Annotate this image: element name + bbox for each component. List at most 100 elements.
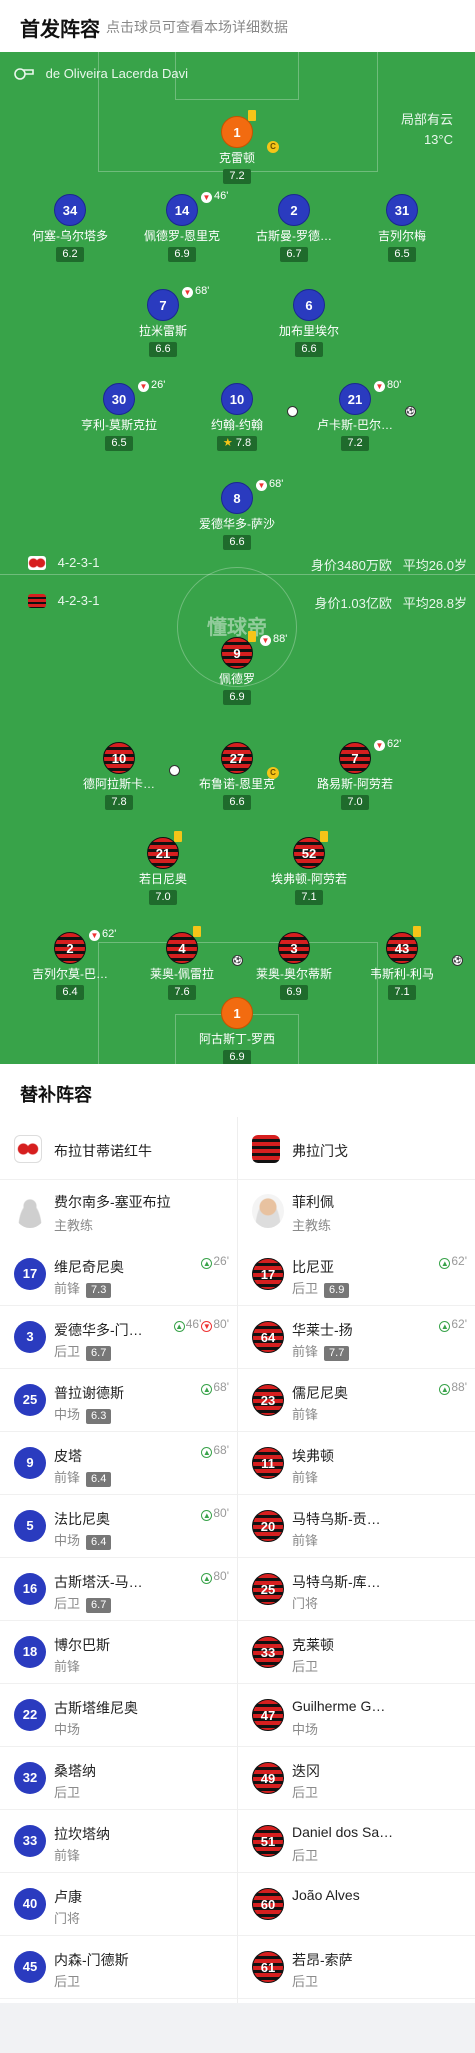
away-sub-position-line: 前锋 7.7	[292, 1341, 350, 1361]
yellow-card-icon	[248, 110, 256, 121]
away-sub-row[interactable]: 33 克莱顿 后卫	[238, 1621, 475, 1684]
away-sub-row[interactable]: 60 João Alves	[238, 1873, 475, 1936]
away-player[interactable]: 27 C 布鲁诺-恩里克 6.6	[172, 742, 302, 810]
away-player-rating: 7.1	[295, 890, 323, 905]
sub-out-indicator: ▼ 62'	[89, 928, 116, 941]
home-player-rating: 6.5	[388, 247, 416, 262]
away-sub-row[interactable]: 20 马特乌斯-贡… 前锋	[238, 1495, 475, 1558]
home-sub-row[interactable]: 9 皮塔 前锋 6.4 ▲ 68'	[0, 1432, 237, 1495]
sub-events: ▲ 46' ▼ 80'	[173, 1317, 229, 1332]
away-sub-number: 17	[252, 1258, 284, 1290]
home-player-name: 佩德罗-恩里克	[144, 229, 220, 243]
star-icon: ★	[222, 437, 236, 449]
sub-out-minute: 26'	[151, 379, 166, 391]
away-sub-row[interactable]: 23 儒尼尼奥 前锋 ▲ 88'	[238, 1369, 475, 1432]
sub-in-icon: ▲	[439, 1258, 451, 1269]
away-team-row[interactable]: 弗拉门戈	[238, 1117, 475, 1180]
sub-event-minute: 80'	[213, 1317, 229, 1331]
away-coach-row[interactable]: 菲利佩 主教练	[238, 1180, 475, 1243]
home-player[interactable]: 14 ▼ 46' 佩德罗-恩里克 6.9	[117, 190, 247, 262]
yellow-card-icon	[413, 926, 421, 937]
home-team-row[interactable]: 布拉甘蒂诺红牛	[0, 1117, 237, 1180]
home-sub-position: 门将	[54, 1911, 81, 1926]
away-player[interactable]: 2 ▼ 62' 吉列尔莫-巴… 6.4	[5, 928, 135, 1000]
away-sub-name: 马特乌斯-贡…	[292, 1511, 381, 1527]
home-player[interactable]: 7 ▼ 68' 拉米雷斯 6.6	[98, 285, 228, 357]
home-sub-row[interactable]: 25 普拉谢德斯 中场 6.3 ▲ 68'	[0, 1369, 237, 1432]
home-sub-number: 32	[14, 1762, 46, 1794]
sub-events: ▲ 68'	[201, 1380, 229, 1395]
sub-out-icon: ▼	[256, 480, 267, 491]
sub-out-indicator: ▼ 68'	[256, 478, 283, 491]
away-player-name: 莱奥-佩雷拉	[150, 967, 214, 981]
home-player[interactable]: 10 约翰-约翰 ★ 7.8	[172, 383, 302, 451]
home-sub-name: 桑塔纳	[54, 1763, 96, 1779]
home-sub-row[interactable]: 18 博尔巴斯 前锋	[0, 1621, 237, 1684]
away-sub-row[interactable]: 17 比尼亚 后卫 6.9 ▲ 62'	[238, 1243, 475, 1306]
home-sub-position: 前锋	[54, 1848, 81, 1863]
away-player[interactable]: 21 若日尼奥 7.0	[98, 831, 228, 905]
away-player[interactable]: 4 ⚽ 莱奥-佩雷拉 7.6	[117, 926, 247, 1000]
away-sub-row[interactable]: 25 马特乌斯-库… 门将	[238, 1558, 475, 1621]
home-sub-position-line: 中场	[54, 1719, 80, 1738]
away-sub-name: 马特乌斯-库…	[292, 1574, 381, 1590]
away-player[interactable]: 52 埃弗顿-阿劳若 7.1	[244, 831, 374, 905]
away-player-number: 2	[54, 932, 86, 964]
home-coach-row[interactable]: 费尔南多-塞亚布拉 主教练	[0, 1180, 237, 1243]
home-sub-number: 3	[14, 1321, 46, 1353]
away-sub-row[interactable]: 49 迭冈 后卫	[238, 1747, 475, 1810]
away-sub-name: 儒尼尼奥	[292, 1385, 348, 1401]
away-coach-name: 菲利佩	[292, 1194, 334, 1210]
sub-event-minute: 80'	[213, 1569, 229, 1583]
away-sub-position: 中场	[292, 1722, 319, 1737]
home-sub-row[interactable]: 22 古斯塔维尼奥 中场	[0, 1684, 237, 1747]
home-player[interactable]: 21 ⚽ ▼ 80' 卢卡斯-巴尔… 7.2	[290, 379, 420, 451]
home-sub-row[interactable]: 40 卢康 门将	[0, 1873, 237, 1936]
home-sub-position-line: 前锋	[54, 1656, 80, 1675]
away-sub-row[interactable]: 64 华莱士-扬 前锋 7.7 ▲ 62'	[238, 1306, 475, 1369]
away-sub-position-line: 后卫	[292, 1845, 318, 1864]
sub-out-indicator: ▼ 62'	[374, 738, 401, 751]
away-sub-row[interactable]: 11 埃弗顿 前锋	[238, 1432, 475, 1495]
away-sub-row[interactable]: 47 Guilherme G… 中场	[238, 1684, 475, 1747]
away-player[interactable]: 9 ▼ 88' 佩德罗 6.9	[172, 631, 302, 705]
sub-out-indicator: ▼ 80'	[374, 379, 401, 392]
home-value: 身价3480万欧	[310, 558, 392, 573]
home-sub-position: 后卫	[54, 1785, 81, 1800]
goal-ball-icon: ⚽	[452, 955, 463, 966]
home-sub-row[interactable]: 16 古斯塔沃-马… 后卫 6.7 ▲ 80'	[0, 1558, 237, 1621]
sub-out-icon: ▼	[138, 381, 149, 392]
home-player[interactable]: 8 ▼ 68' 爱德华多-萨沙 6.6	[172, 478, 302, 550]
yellow-card-icon	[174, 831, 182, 842]
home-sub-row[interactable]: 33 拉坎塔纳 前锋	[0, 1810, 237, 1873]
home-sub-row[interactable]: 5 法比尼奥 中场 6.4 ▲ 80'	[0, 1495, 237, 1558]
away-sub-position-line: 门将	[292, 1593, 318, 1612]
away-sub-number: 11	[252, 1447, 284, 1479]
sub-in-icon: ▲	[201, 1573, 213, 1584]
home-sub-name: 古斯塔沃-马…	[54, 1574, 143, 1590]
home-player[interactable]: 1 C 克雷顿 7.2	[172, 110, 302, 184]
home-player[interactable]: 30 ▼ 26' 亨利-莫斯克拉 6.5	[54, 379, 184, 451]
home-sub-row[interactable]: 3 爱德华多-门… 后卫 6.7 ▲ 46' ▼ 80'	[0, 1306, 237, 1369]
away-player[interactable]: 1 阿古斯丁-罗西 6.9	[172, 997, 302, 1064]
away-sub-row[interactable]: 51 Daniel dos Sa… 后卫	[238, 1810, 475, 1873]
away-player-rating: 7.0	[341, 795, 369, 810]
home-player[interactable]: 34 何塞-乌尔塔多 6.2	[5, 194, 135, 262]
home-sub-row[interactable]: 17 维尼奇尼奥 前锋 7.3 ▲ 26'	[0, 1243, 237, 1306]
home-sub-row[interactable]: 45 内森-门德斯 后卫	[0, 1936, 237, 1999]
away-sub-position: 前锋	[292, 1407, 319, 1422]
away-player[interactable]: 10 德阿拉斯卡… 7.8	[54, 742, 184, 810]
home-player-rating: 7.2	[341, 436, 369, 451]
sub-in-icon: ▲	[201, 1510, 213, 1521]
away-sub-row[interactable]: 61 若昂-索萨 后卫	[238, 1936, 475, 1999]
home-player[interactable]: 6 加布里埃尔 6.6	[244, 289, 374, 357]
home-player[interactable]: 31 吉列尔梅 6.5	[337, 194, 467, 262]
rating-value: 6.7	[286, 248, 302, 260]
home-player-name: 吉列尔梅	[377, 229, 426, 243]
home-sub-position-line: 中场 6.3	[54, 1404, 112, 1424]
home-sub-position-line: 中场 6.4	[54, 1530, 112, 1550]
home-sub-row[interactable]: 32 桑塔纳后卫	[0, 1747, 237, 1810]
home-sub-position: 后卫	[54, 1974, 81, 1989]
away-player[interactable]: 43 ⚽ 韦斯利-利马 7.1	[337, 926, 467, 1000]
away-player[interactable]: 7 ▼ 62' 路易斯-阿劳若 7.0	[290, 738, 420, 810]
